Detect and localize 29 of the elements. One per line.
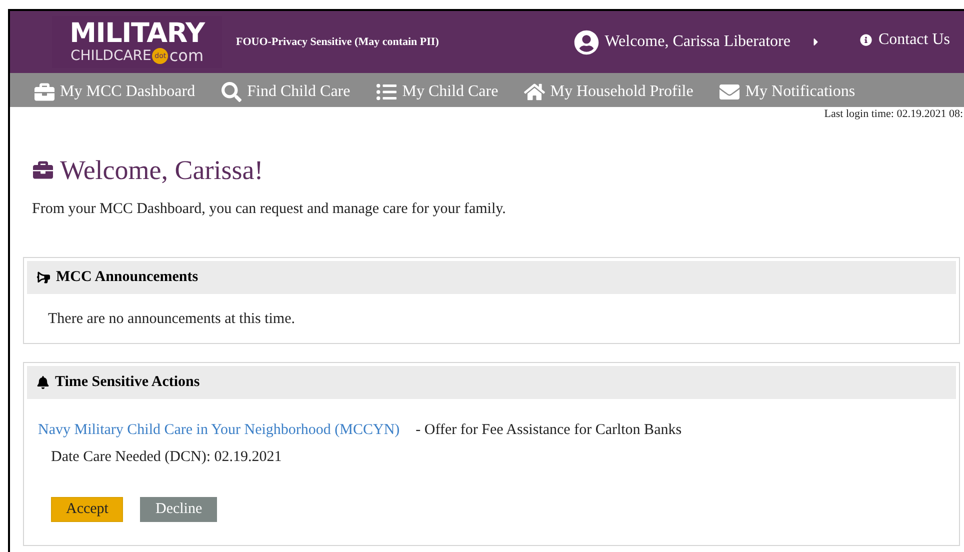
nav-tab[interactable]: My Child Care bbox=[376, 76, 498, 104]
nav-tab[interactable]: Find Child Care bbox=[221, 76, 350, 104]
accept-button[interactable]: Accept bbox=[51, 496, 124, 522]
contact-link[interactable]: Contact Us bbox=[860, 28, 950, 52]
envelope-icon bbox=[719, 82, 740, 102]
briefcase-icon bbox=[32, 160, 54, 180]
user-icon bbox=[574, 30, 599, 54]
briefcase-icon bbox=[34, 82, 55, 102]
house-icon bbox=[524, 82, 546, 102]
decline-button[interactable]: Decline bbox=[140, 496, 218, 522]
intro-text: From your MCC Dashboard, you can request and manage care for your family. bbox=[31, 200, 507, 219]
privacy-notice: FOUO-Privacy Sensitive (May contain PII) bbox=[236, 34, 439, 50]
program-link[interactable]: Navy Military Child Care in Your Neighborhood (MCCYN) bbox=[38, 418, 400, 441]
panel-title: MCC Announcements bbox=[56, 268, 198, 287]
info-icon bbox=[860, 34, 872, 46]
nav-tab[interactable]: My MCC Dashboard bbox=[34, 76, 196, 104]
page-title: Welcome, Carissa! bbox=[60, 154, 264, 186]
last-login-time: Last login time: 02.19.2021 08: bbox=[824, 107, 963, 121]
search-icon bbox=[221, 82, 242, 102]
megaphone-icon bbox=[37, 270, 50, 284]
user-menu-button[interactable]: Welcome, Carissa Liberatore bbox=[574, 30, 822, 54]
date-care-needed: Date Care Needed (DCN): 02.19.2021 bbox=[50, 448, 283, 467]
bell-icon bbox=[37, 376, 49, 388]
panel-title: Time Sensitive Actions bbox=[55, 372, 200, 392]
list-icon bbox=[376, 82, 398, 102]
announcement-message: There are no announcements at this time. bbox=[47, 310, 296, 328]
offer-description: - Offer for Fee Assistance for Carlton Banks bbox=[416, 420, 682, 440]
nav-tab[interactable]: My Notifications bbox=[719, 76, 856, 104]
nav-tab[interactable]: My Household Profile bbox=[524, 76, 694, 104]
